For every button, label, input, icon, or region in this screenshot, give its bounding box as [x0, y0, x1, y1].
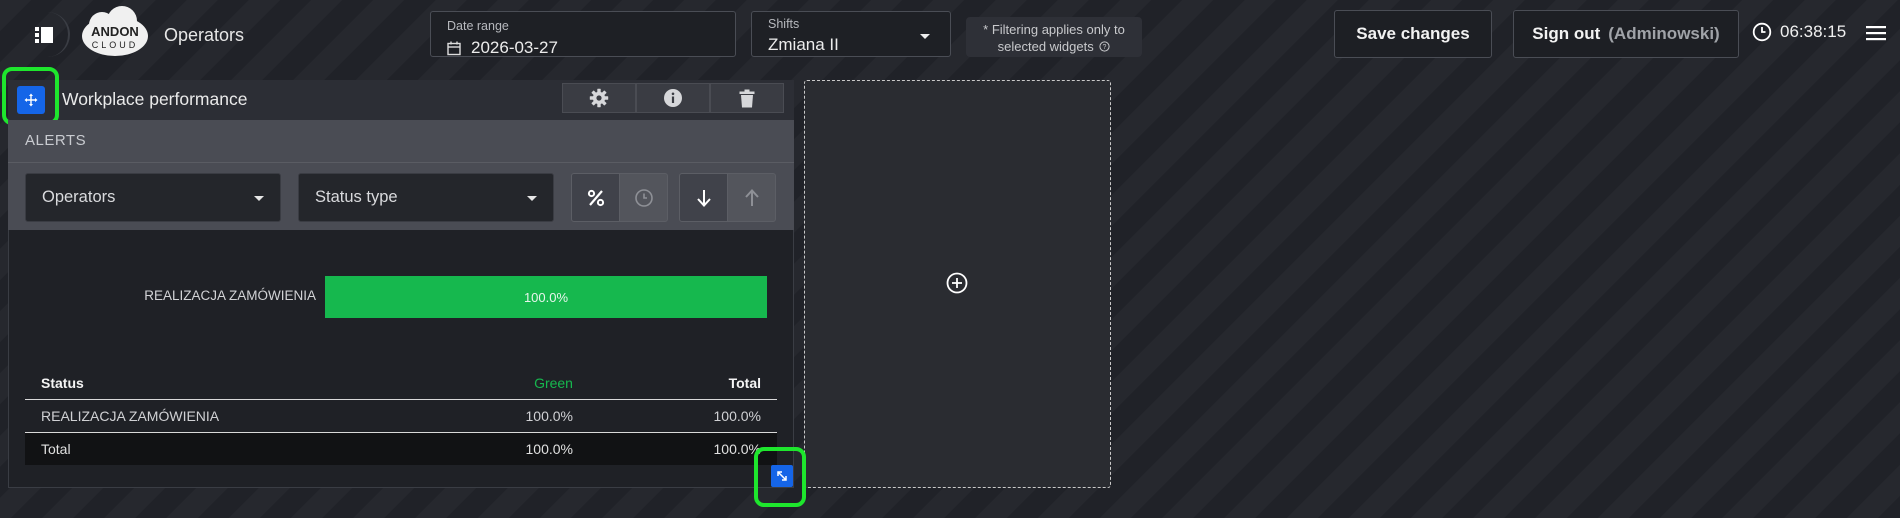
move-handle[interactable] [17, 86, 45, 114]
chevron-down-icon [527, 196, 537, 201]
table-row: REALIZACJA ZAMÓWIENIA 100.0% 100.0% [25, 399, 777, 433]
trash-icon [739, 89, 755, 107]
status-type-select[interactable]: Status type [298, 173, 554, 222]
column-header: Green [438, 366, 589, 400]
widget-toolbar [562, 83, 784, 113]
bar-value: 100.0% [523, 289, 569, 305]
filter-note-line2: selected widgets [997, 39, 1094, 54]
shifts-label: Shifts [768, 17, 800, 31]
table-cell: Total [25, 432, 439, 465]
svg-text:CLOUD: CLOUD [92, 40, 139, 50]
time-toggle[interactable] [619, 173, 668, 222]
help-circle-icon[interactable]: ? [1099, 41, 1110, 52]
clock-time: 06:38:15 [1780, 22, 1847, 41]
gear-icon [589, 88, 609, 108]
date-range-field[interactable]: Date range 2026-03-27 [430, 11, 736, 57]
widget-title: Workplace performance [62, 89, 248, 109]
clock: 06:38:15 [1752, 22, 1846, 42]
percent-icon [587, 189, 604, 206]
sort-ascending-button[interactable] [727, 173, 776, 222]
widget-info-button[interactable] [636, 83, 710, 113]
status-type-select-label: Status type [315, 188, 398, 206]
chevron-down-icon [920, 34, 930, 39]
sidebar-toggle-button[interactable] [20, 12, 70, 57]
arrow-down-icon [696, 189, 711, 207]
bar-label: REALIZACJA ZAMÓWIENIA [144, 288, 316, 303]
status-table: Status Green Total REALIZACJA ZAMÓWIENIA… [25, 366, 777, 465]
add-circle-icon[interactable] [945, 271, 969, 295]
operators-select[interactable]: Operators [25, 173, 281, 222]
sort-descending-button[interactable] [679, 173, 728, 222]
page-title: Operators [164, 25, 245, 45]
shifts-value: Zmiana II [768, 35, 839, 54]
table-cell: REALIZACJA ZAMÓWIENIA [25, 399, 439, 433]
table-header-row: Status Green Total [25, 366, 777, 400]
filter-note: * Filtering applies only to selected wid… [966, 17, 1142, 57]
operators-select-label: Operators [42, 188, 116, 206]
chevron-down-icon [254, 196, 264, 201]
calendar-icon [447, 41, 461, 56]
date-range-label: Date range [447, 19, 509, 33]
sign-out-button[interactable]: Sign out (Adminowski) [1513, 10, 1739, 58]
performance-bar: 100.0% [325, 276, 767, 318]
andon-cloud-logo: ANDON CLOUD [80, 6, 150, 62]
filter-note-line1: * Filtering applies only to [983, 22, 1125, 37]
percent-toggle[interactable] [571, 173, 620, 222]
info-icon [664, 89, 682, 107]
column-header: Total [588, 366, 777, 400]
current-user: (Adminowski) [1608, 24, 1720, 43]
table-cell: 100.0% [588, 432, 777, 465]
table-cell: 100.0% [438, 432, 589, 465]
move-icon [24, 93, 38, 107]
svg-text:?: ? [1103, 44, 1107, 51]
date-range-value: 2026-03-27 [471, 38, 558, 57]
widget-settings-button[interactable] [562, 83, 636, 113]
arrow-up-icon [744, 188, 759, 206]
section-title: ALERTS [25, 132, 87, 149]
main-menu-button[interactable] [1866, 24, 1886, 47]
shifts-select[interactable]: Shifts Zmiana II [751, 11, 951, 57]
resize-icon [777, 471, 787, 481]
clock-icon [1752, 22, 1772, 42]
column-header: Status [25, 366, 439, 400]
clock-outline-icon [634, 188, 653, 207]
resize-handle[interactable] [771, 465, 793, 487]
widget-delete-button[interactable] [710, 83, 784, 113]
sign-out-label: Sign out [1532, 24, 1601, 43]
table-cell: 100.0% [588, 399, 777, 433]
hamburger-icon [1866, 26, 1886, 41]
table-total-row: Total 100.0% 100.0% [25, 432, 777, 465]
section-divider [8, 162, 794, 163]
save-changes-button[interactable]: Save changes [1334, 10, 1492, 58]
sidebar-toggle-icon [35, 26, 53, 43]
add-widget-slot[interactable] [804, 80, 1111, 488]
table-cell: 100.0% [438, 399, 589, 433]
svg-text:ANDON: ANDON [91, 24, 139, 39]
